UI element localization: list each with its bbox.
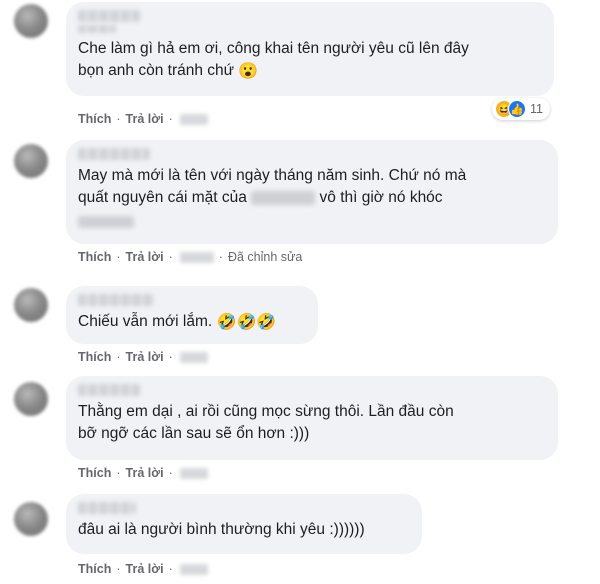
redacted-line	[78, 215, 134, 228]
redacted-name	[251, 190, 316, 205]
comment-bubble: May mà mới là tên với ngày tháng năm sin…	[66, 140, 558, 244]
comment-text-segment: Chiếu vẫn mới lắm.	[78, 313, 213, 330]
comment-bubble: đâu ai là người bình thường khi yêu :)))…	[66, 494, 422, 554]
like-icon: 👍	[508, 100, 526, 118]
comment-text-segment: quất nguyên cái mặt của	[78, 189, 247, 206]
avatar[interactable]	[14, 4, 48, 38]
reaction-count: 11	[530, 102, 543, 116]
comment-actions: Thích · Trả lời ·	[78, 350, 208, 364]
comment-bubble: Chiếu vẫn mới lắm. 🤣🤣🤣	[66, 286, 318, 344]
timestamp-blurred[interactable]	[179, 251, 214, 263]
commenter-name-blurred[interactable]	[78, 10, 140, 22]
comment-text-line: Thằng em dại , ai rồi cũng mọc sừng thôi…	[78, 403, 454, 420]
comment-actions: Thích · Trả lời · · Đã chỉnh sửa	[78, 250, 302, 264]
timestamp-blurred[interactable]	[179, 113, 208, 125]
timestamp-blurred[interactable]	[179, 351, 208, 363]
commenter-name-blurred[interactable]	[78, 148, 150, 160]
comment-actions: Thích · Trả lời ·	[78, 466, 208, 480]
edited-label: Đã chỉnh sửa	[227, 250, 303, 264]
like-button[interactable]: Thích	[78, 250, 111, 264]
comment-bubble: Thằng em dại , ai rồi cũng mọc sừng thôi…	[66, 376, 558, 460]
separator: ·	[218, 250, 223, 264]
comment-text-line: đâu ai là người bình thường khi yêu :)))…	[78, 521, 365, 538]
comment-actions: Thích · Trả lời ·	[78, 562, 208, 576]
commenter-name-blurred[interactable]	[78, 384, 140, 396]
reply-button[interactable]: Trả lời	[126, 250, 164, 264]
separator: ·	[168, 466, 173, 480]
redacted-text	[78, 213, 546, 231]
comment-text-segment: bọn anh còn tránh chứ	[78, 62, 235, 79]
separator: ·	[168, 250, 173, 264]
reaction-summary[interactable]: 😆 👍 11	[492, 98, 550, 120]
comment-text-line: Che làm gì hả em ơi, công khai tên người…	[78, 40, 469, 57]
separator: ·	[168, 350, 173, 364]
reply-button[interactable]: Trả lời	[126, 350, 164, 364]
commenter-name-blurred-2	[78, 25, 116, 33]
reply-button[interactable]: Trả lời	[126, 562, 164, 576]
separator: ·	[116, 466, 121, 480]
reply-button[interactable]: Trả lời	[126, 112, 164, 126]
comment-text-line: Chiếu vẫn mới lắm. 🤣🤣🤣	[78, 311, 306, 333]
separator: ·	[116, 250, 121, 264]
rofl-emoji: 🤣🤣🤣	[216, 314, 277, 331]
comment-text-line: bọn anh còn tránh chứ 😮	[78, 60, 542, 82]
comment-text-segment: vô thì giờ nó khóc	[319, 189, 443, 206]
comment-text-line: May mà mới là tên với ngày tháng năm sin…	[78, 167, 467, 184]
timestamp-blurred[interactable]	[179, 467, 208, 479]
avatar[interactable]	[14, 502, 48, 536]
comment-actions: Thích · Trả lời ·	[78, 112, 208, 126]
like-button[interactable]: Thích	[78, 562, 111, 576]
timestamp-blurred[interactable]	[179, 563, 208, 575]
avatar[interactable]	[14, 144, 48, 178]
avatar[interactable]	[14, 288, 48, 322]
like-button[interactable]: Thích	[78, 112, 111, 126]
commenter-name-blurred[interactable]	[78, 502, 136, 514]
comment-text-line: quất nguyên cái mặt của vô thì giờ nó kh…	[78, 187, 546, 209]
reply-button[interactable]: Trả lời	[126, 466, 164, 480]
like-button[interactable]: Thích	[78, 350, 111, 364]
separator: ·	[168, 562, 173, 576]
avatar[interactable]	[14, 382, 48, 416]
emoji: 😮	[238, 63, 259, 80]
like-button[interactable]: Thích	[78, 466, 111, 480]
separator: ·	[116, 350, 121, 364]
separator: ·	[116, 562, 121, 576]
separator: ·	[168, 112, 173, 126]
comment-bubble: Che làm gì hả em ơi, công khai tên người…	[66, 2, 554, 96]
comment-text-line: bỡ ngỡ các lần sau sẽ ổn hơn :)))	[78, 425, 310, 442]
separator: ·	[116, 112, 121, 126]
commenter-name-blurred[interactable]	[78, 294, 154, 306]
